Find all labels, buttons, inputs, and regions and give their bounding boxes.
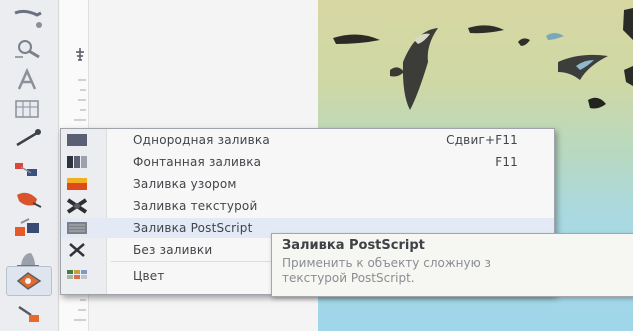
menu-item-texture-fill[interactable]: Заливка текстурой xyxy=(61,196,554,216)
uniform-fill-icon xyxy=(65,131,89,149)
menu-item-uniform-fill[interactable]: Однородная заливка Сдвиг+F11 xyxy=(61,130,554,150)
outline-pen-icon xyxy=(15,218,39,236)
menu-item-label: Заливка PostScript xyxy=(133,221,253,235)
fish-shape xyxy=(546,33,564,40)
fish-shape xyxy=(624,66,633,86)
connector-tool[interactable] xyxy=(6,124,50,154)
coreldraw-window: Однородная заливка Сдвиг+F11 Фонтанная з… xyxy=(0,0,633,331)
menu-item-shortcut: Сдвиг+F11 xyxy=(446,133,518,147)
tooltip-description: Применить к объекту сложную з текстурой … xyxy=(282,256,491,285)
menu-item-shortcut: F11 xyxy=(495,155,518,169)
fish-shape xyxy=(588,97,606,109)
fish-shape xyxy=(468,25,504,34)
fish-shape xyxy=(518,38,530,46)
menu-item-label: Фонтанная заливка xyxy=(133,155,262,169)
menu-item-pattern-fill[interactable]: Заливка узором xyxy=(61,174,554,194)
menu-item-label: Заливка узором xyxy=(133,177,237,191)
menu-item-fountain-fill[interactable]: Фонтанная заливка F11 xyxy=(61,152,554,172)
pick-shape-icon xyxy=(14,9,42,28)
menu-item-label: Цвет xyxy=(133,269,165,283)
eyedropper-icon xyxy=(17,192,42,208)
connector-line-icon xyxy=(16,129,41,147)
menu-item-label: Однородная заливка xyxy=(133,133,270,147)
fish-shape xyxy=(623,8,633,40)
outline-tool[interactable] xyxy=(6,214,50,244)
pick-shape-tool[interactable] xyxy=(6,4,50,34)
text-tool[interactable] xyxy=(6,64,50,94)
tooltip-title: Заливка PostScript xyxy=(282,238,425,253)
color-palette-icon xyxy=(65,267,89,285)
blend-tool[interactable] xyxy=(6,154,50,184)
fish-shape xyxy=(333,34,380,44)
eyedropper-tool[interactable] xyxy=(6,184,50,214)
zoom-tool[interactable] xyxy=(6,34,50,64)
table-tool[interactable] xyxy=(6,94,50,124)
interactive-blend-icon xyxy=(15,163,37,176)
text-A-icon xyxy=(17,67,37,90)
tooltip: Заливка PostScript Применить к объекту с… xyxy=(271,233,633,297)
menu-item-label: Без заливки xyxy=(133,243,213,257)
fish-shape xyxy=(390,67,404,77)
menu-item-label: Заливка текстурой xyxy=(133,199,258,213)
texture-fill-icon xyxy=(65,197,89,215)
postscript-fill-icon xyxy=(65,219,89,237)
smart-fill-tool[interactable] xyxy=(6,266,52,296)
no-fill-x-icon xyxy=(65,241,89,259)
zoom-icon xyxy=(15,40,40,59)
interactive-fill-icon xyxy=(18,305,39,322)
interactive-fill-tool[interactable] xyxy=(6,298,50,328)
fountain-fill-icon xyxy=(65,153,89,171)
table-icon xyxy=(15,100,39,118)
pattern-fill-icon xyxy=(65,175,89,193)
smart-fill-icon xyxy=(16,272,42,290)
toolbox xyxy=(0,0,59,331)
